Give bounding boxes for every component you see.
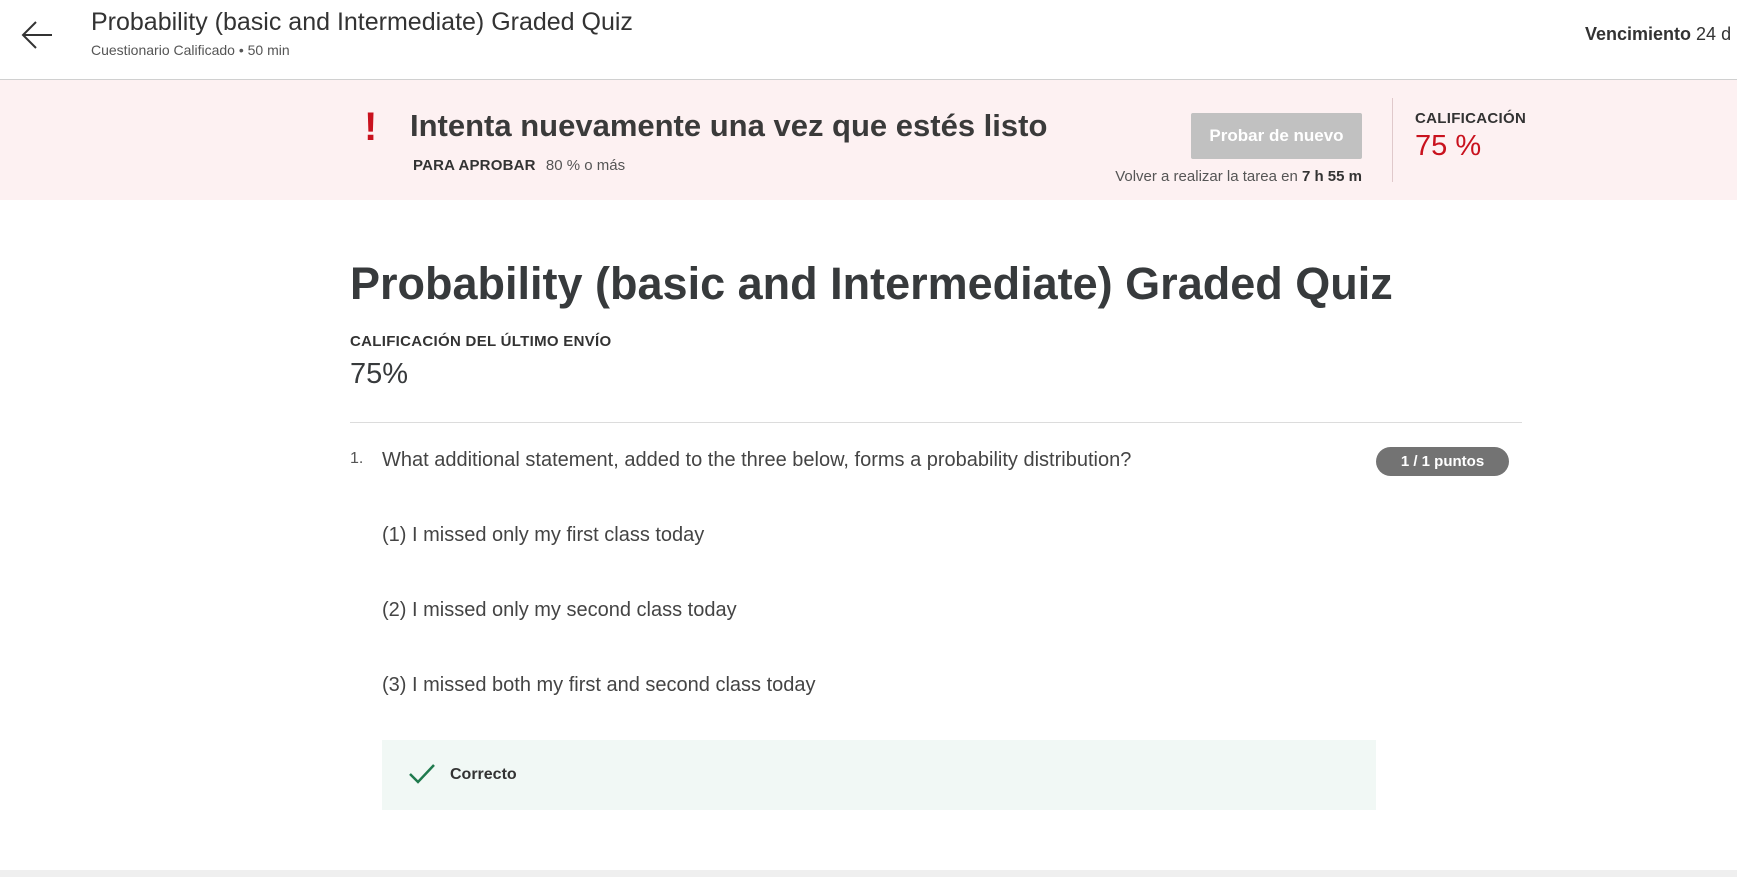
statement-3: (3) I missed both my first and second cl… <box>382 674 816 696</box>
bottom-strip <box>0 870 1737 877</box>
banner-heading: Intenta nuevamente una vez que estés lis… <box>410 108 1048 143</box>
pass-value: 80 % o más <box>545 157 626 174</box>
header-subtitle: Cuestionario Calificado • 50 min <box>91 42 290 58</box>
retry-button[interactable]: Probar de nuevo <box>1191 113 1362 159</box>
retake-info: Volver a realizar la tarea en 7 h 55 m <box>1115 168 1362 185</box>
due-label: Vencimiento <box>1585 24 1692 44</box>
retake-time: 7 h 55 m <box>1301 168 1362 185</box>
grade-label: CALIFICACIÓN <box>1415 110 1527 127</box>
section-divider <box>350 422 1522 423</box>
last-submission-value: 75% <box>350 358 409 390</box>
feedback-label: Correcto <box>450 766 517 783</box>
result-banner: ! Intenta nuevamente una vez que estés l… <box>0 80 1737 200</box>
feedback-box: Correcto <box>382 740 1376 810</box>
last-submission-label: CALIFICACIÓN DEL ÚLTIMO ENVÍO <box>350 333 612 350</box>
retake-text: Volver a realizar la tarea en <box>1115 168 1298 185</box>
question-text: What additional statement, added to the … <box>382 449 1132 471</box>
header-title: Probability (basic and Intermediate) Gra… <box>91 8 633 36</box>
back-arrow-icon[interactable] <box>20 17 56 53</box>
checkmark-icon <box>408 762 436 786</box>
statement-2: (2) I missed only my second class today <box>382 599 737 621</box>
due-date: Vencimiento 24 d <box>1585 24 1731 45</box>
points-badge: 1 / 1 puntos <box>1376 447 1509 476</box>
exclamation-icon: ! <box>364 105 378 149</box>
grade-value: 75 % <box>1415 130 1482 162</box>
pass-requirement: PARA APROBAR 80 % o más <box>413 157 625 174</box>
divider <box>1392 98 1393 182</box>
pass-label: PARA APROBAR <box>413 157 536 174</box>
question-number: 1. <box>350 450 364 467</box>
due-value: 24 d <box>1696 24 1732 44</box>
statement-1: (1) I missed only my first class today <box>382 524 705 546</box>
page-title: Probability (basic and Intermediate) Gra… <box>350 258 1393 309</box>
top-bar: Probability (basic and Intermediate) Gra… <box>0 0 1737 80</box>
